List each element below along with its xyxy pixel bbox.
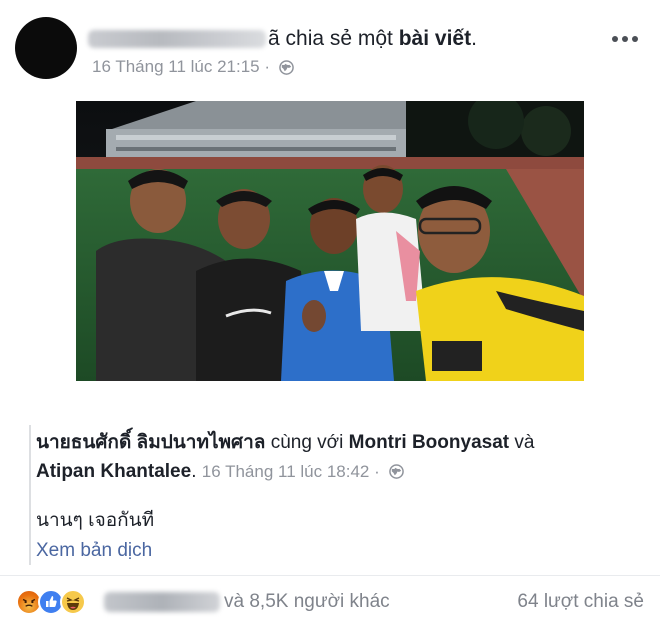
more-options-icon[interactable] <box>612 36 638 44</box>
tagged-user-1[interactable]: Montri Boonyasat <box>349 432 509 453</box>
blurred-reactor-names[interactable] <box>104 592 220 612</box>
photo-image <box>76 101 584 381</box>
shared-post-link[interactable]: bài viết <box>399 27 471 50</box>
shared-post: นายธนศักดิ์ ลิมปนาทไพศาล cùng với Montri… <box>29 425 631 565</box>
shared-post-header: นายธนศักดิ์ ลิมปนาทไพศาล cùng với Montri… <box>36 428 626 486</box>
with-text: cùng với <box>265 432 349 453</box>
tagged-user-2[interactable]: Atipan Khantalee <box>36 461 191 482</box>
see-translation-link[interactable]: Xem bản dịch <box>36 540 152 562</box>
avatar[interactable] <box>15 17 77 79</box>
shared-post-text: นานๆ เจอกันที <box>36 510 155 531</box>
share-count[interactable]: 64 lượt chia sẻ <box>517 591 644 613</box>
header-action-text: ã chia sẻ một <box>268 27 399 50</box>
haha-icon <box>60 589 86 615</box>
and-text: và <box>509 432 535 453</box>
globe-icon[interactable] <box>389 464 404 480</box>
post-timestamp[interactable]: 16 Tháng 11 lúc 21:15 · <box>92 57 270 76</box>
blurred-author-name[interactable] <box>88 30 266 49</box>
shared-post-timestamp[interactable]: 16 Tháng 11 lúc 18:42 · <box>202 462 380 481</box>
period: . <box>191 461 197 482</box>
divider <box>0 575 660 576</box>
shared-author-link[interactable]: นายธนศักดิ์ ลิมปนาทไพศาล <box>36 432 265 453</box>
post-meta: 16 Tháng 11 lúc 21:15 · <box>92 57 294 77</box>
post-header: ã chia sẻ một bài viết. <box>88 27 477 51</box>
header-period: . <box>471 27 477 50</box>
shared-photo[interactable] <box>76 101 584 381</box>
reactions-count[interactable]: và 8,5K người khác <box>224 591 390 613</box>
globe-icon[interactable] <box>278 60 294 75</box>
